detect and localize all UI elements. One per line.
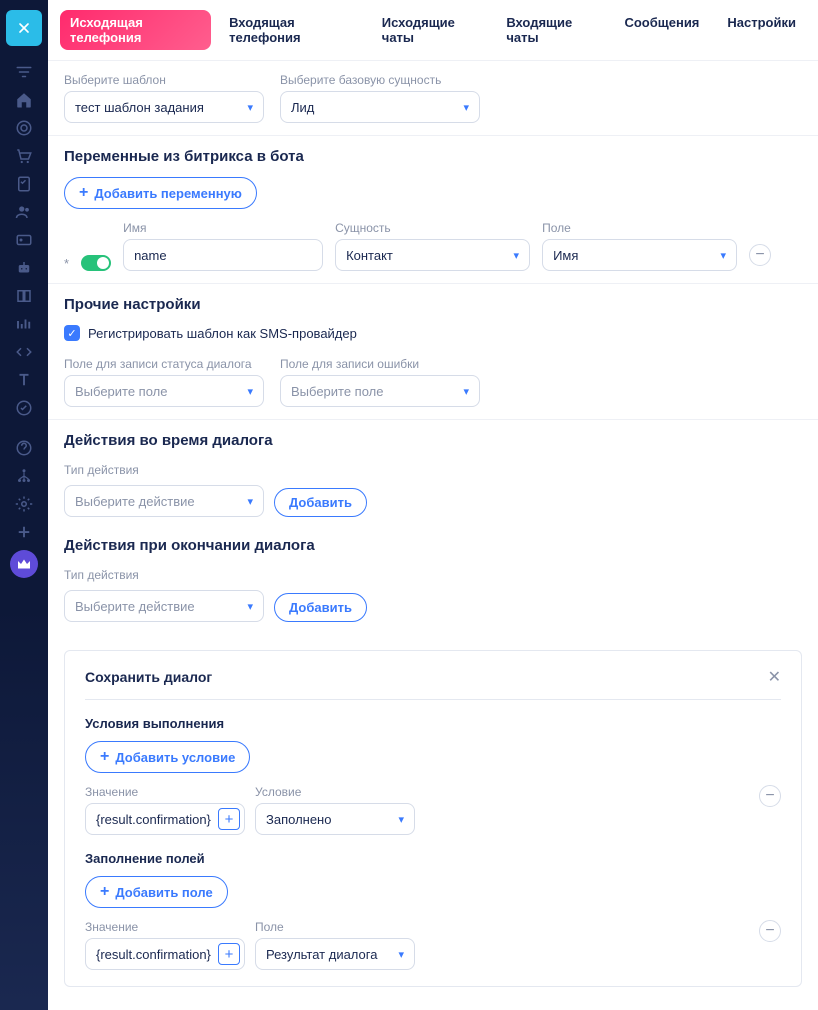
robot-icon[interactable]	[0, 254, 48, 282]
save-dialog-card: Сохранить диалог ✕ Условия выполнения +Д…	[64, 650, 802, 987]
tab-messages[interactable]: Сообщения	[614, 10, 709, 50]
hierarchy-icon[interactable]	[0, 462, 48, 490]
card-title: Сохранить диалог	[85, 669, 212, 685]
chart-icon[interactable]	[0, 310, 48, 338]
cart-icon[interactable]	[0, 142, 48, 170]
users-icon[interactable]	[0, 198, 48, 226]
tab-incoming-telephony[interactable]: Входящая телефония	[219, 10, 364, 50]
field-value-input[interactable]: {result.confirmation}+	[85, 938, 245, 970]
clipboard-icon[interactable]	[0, 170, 48, 198]
footer: Обновить Удалить	[48, 1003, 818, 1010]
sidebar	[0, 0, 48, 1010]
main-content: Исходящая телефония Входящая телефония И…	[48, 0, 818, 1010]
add-variable-button[interactable]: +Добавить переменную	[64, 177, 257, 209]
field-value-plus-button[interactable]: +	[218, 943, 240, 965]
status-field-select[interactable]: Выберите поле▾	[64, 375, 264, 407]
crown-icon[interactable]	[10, 550, 38, 578]
close-button[interactable]	[6, 10, 42, 46]
text-icon[interactable]	[0, 366, 48, 394]
home-icon[interactable]	[0, 86, 48, 114]
cond-value-input[interactable]: {result.confirmation}+	[85, 803, 245, 835]
var-field-select[interactable]: Имя▾	[542, 239, 737, 271]
during-action-select[interactable]: Выберите действие▾	[64, 485, 264, 517]
tabs: Исходящая телефония Входящая телефония И…	[48, 0, 818, 61]
var-name-input[interactable]: name	[123, 239, 323, 271]
cond-value-label: Значение	[85, 785, 245, 799]
target-icon[interactable]	[0, 114, 48, 142]
other-heading: Прочие настройки	[64, 296, 802, 313]
sms-provider-checkbox[interactable]: ✓	[64, 325, 80, 341]
during-add-button[interactable]: Добавить	[274, 488, 367, 517]
var-entity-label: Сущность	[335, 221, 530, 235]
check-circle-icon[interactable]	[0, 394, 48, 422]
error-field-select[interactable]: Выберите поле▾	[280, 375, 480, 407]
book-icon[interactable]	[0, 282, 48, 310]
cond-value-plus-button[interactable]: +	[218, 808, 240, 830]
end-add-button[interactable]: Добавить	[274, 593, 367, 622]
help-icon[interactable]	[0, 434, 48, 462]
end-type-label: Тип действия	[64, 568, 139, 582]
vars-heading: Переменные из битрикса в бота	[64, 148, 802, 165]
select-entity-label: Выберите базовую сущность	[280, 73, 480, 87]
tab-outgoing-telephony[interactable]: Исходящая телефония	[60, 10, 211, 50]
select-entity[interactable]: Лид▾	[280, 91, 480, 123]
during-heading: Действия во время диалога	[64, 432, 802, 449]
var-field-label: Поле	[542, 221, 737, 235]
fields-heading: Заполнение полей	[85, 851, 781, 866]
sms-provider-label: Регистрировать шаблон как SMS-провайдер	[88, 326, 357, 341]
tab-incoming-chats[interactable]: Входящие чаты	[496, 10, 606, 50]
var-entity-select[interactable]: Контакт▾	[335, 239, 530, 271]
gear-icon[interactable]	[0, 490, 48, 518]
tab-settings[interactable]: Настройки	[717, 10, 806, 50]
card-close-button[interactable]: ✕	[768, 667, 781, 687]
variable-toggle[interactable]	[81, 255, 111, 271]
field-field-label: Поле	[255, 920, 415, 934]
conditions-heading: Условия выполнения	[85, 716, 781, 731]
filter-icon[interactable]	[0, 58, 48, 86]
plus-icon[interactable]	[0, 518, 48, 546]
cond-condition-label: Условие	[255, 785, 415, 799]
code-icon[interactable]	[0, 338, 48, 366]
plus-icon: +	[100, 748, 109, 766]
card-icon[interactable]	[0, 226, 48, 254]
select-template-label: Выберите шаблон	[64, 73, 264, 87]
end-heading: Действия при окончании диалога	[64, 537, 802, 554]
error-field-label: Поле для записи ошибки	[280, 357, 480, 371]
plus-icon: +	[79, 184, 88, 202]
remove-variable-button[interactable]: −	[749, 244, 771, 266]
field-select[interactable]: Результат диалога▾	[255, 938, 415, 970]
plus-icon: +	[100, 883, 109, 901]
end-action-select[interactable]: Выберите действие▾	[64, 590, 264, 622]
remove-field-button[interactable]: −	[759, 920, 781, 942]
during-type-label: Тип действия	[64, 463, 139, 477]
add-field-button[interactable]: +Добавить поле	[85, 876, 228, 908]
add-condition-button[interactable]: +Добавить условие	[85, 741, 250, 773]
status-field-label: Поле для записи статуса диалога	[64, 357, 264, 371]
remove-condition-button[interactable]: −	[759, 785, 781, 807]
select-template[interactable]: тест шаблон задания▾	[64, 91, 264, 123]
tab-outgoing-chats[interactable]: Исходящие чаты	[372, 10, 489, 50]
required-star: *	[64, 244, 69, 271]
var-name-label: Имя	[123, 221, 323, 235]
field-value-label: Значение	[85, 920, 245, 934]
cond-condition-select[interactable]: Заполнено▾	[255, 803, 415, 835]
